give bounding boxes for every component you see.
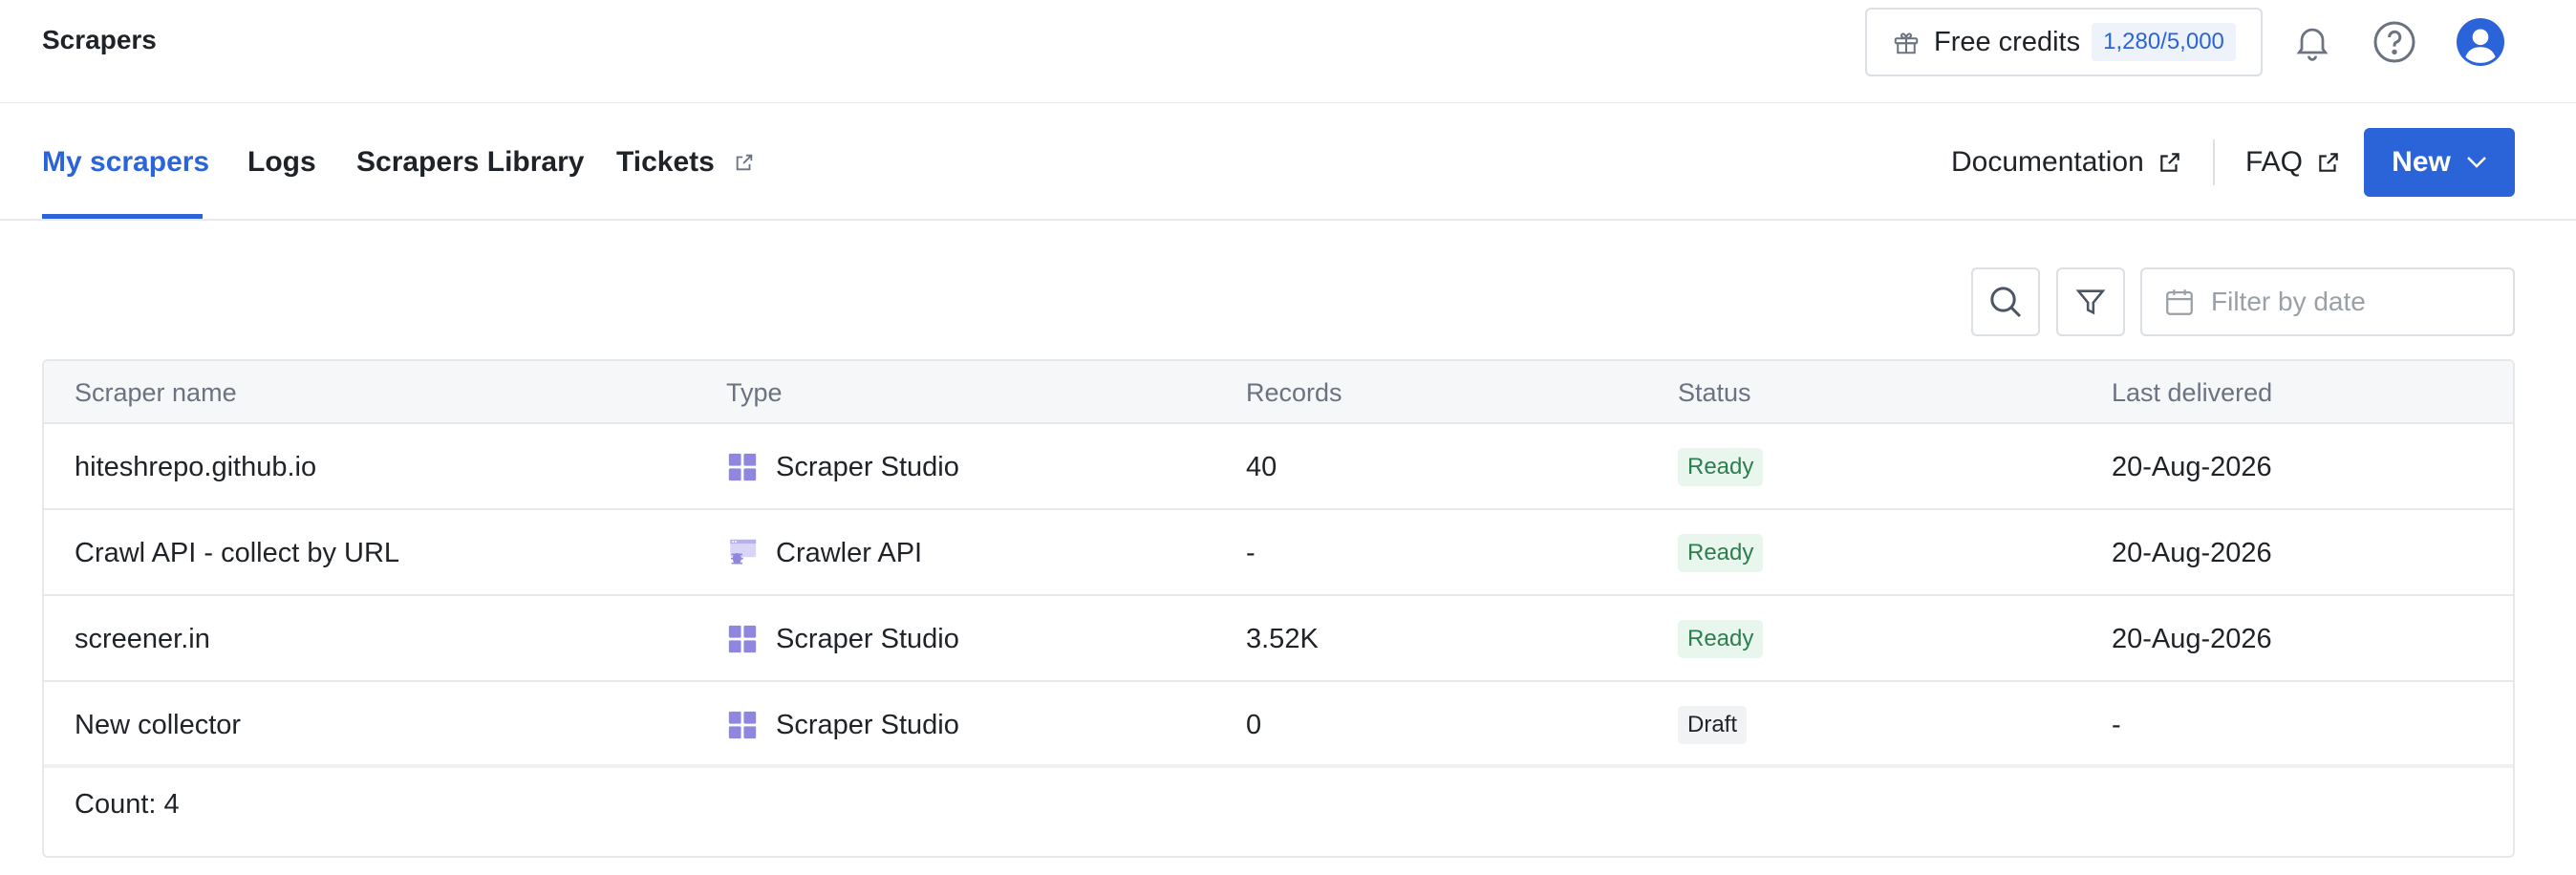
table-row[interactable]: screener.in Scraper Studio 3.52K Ready 2… xyxy=(44,596,2513,682)
divider xyxy=(2213,139,2215,185)
records-value: 3.52K xyxy=(1246,623,1319,654)
column-header-scraper-name[interactable]: Scraper name xyxy=(75,378,237,408)
status-badge: Ready xyxy=(1678,534,1764,572)
scraper-type: Scraper Studio xyxy=(726,682,959,768)
tab-my-scrapers[interactable]: My scrapers xyxy=(42,143,209,181)
external-link-icon xyxy=(2160,153,2179,172)
free-credits-button[interactable]: Free credits 1,280/5,000 xyxy=(1865,8,2263,76)
user-avatar-icon xyxy=(2457,18,2504,66)
scrapers-table: Scraper name Type Records Status Last de… xyxy=(42,359,2515,858)
tab-logs[interactable]: Logs xyxy=(247,143,316,181)
credits-label: Free credits xyxy=(1934,26,2081,57)
notifications-button[interactable] xyxy=(2286,15,2339,69)
tabs-bar: My scrapers Logs Scrapers Library Ticket… xyxy=(0,103,2576,221)
status-cell: Ready xyxy=(1678,424,1764,510)
documentation-label: Documentation xyxy=(1951,146,2144,178)
row-count: Count: 4 xyxy=(75,789,180,820)
column-header-records[interactable]: Records xyxy=(1246,378,1342,408)
grid-icon xyxy=(728,625,757,653)
tab-label: My scrapers xyxy=(42,146,210,178)
scraper-type: Crawler API xyxy=(726,510,922,596)
new-button-label: New xyxy=(2392,146,2451,178)
top-header: Scrapers Free credits 1,280/5,000 xyxy=(0,0,2576,103)
table-header: Scraper name Type Records Status Last de… xyxy=(44,361,2513,424)
grid-icon xyxy=(728,711,757,739)
faq-label: FAQ xyxy=(2245,146,2304,178)
external-link-icon xyxy=(736,154,753,171)
new-button[interactable]: New xyxy=(2364,128,2515,197)
divider xyxy=(44,764,2513,768)
date-filter-input[interactable] xyxy=(2211,287,2498,317)
status-cell: Ready xyxy=(1678,510,1764,596)
type-label: Scraper Studio xyxy=(776,709,959,740)
faq-link[interactable]: FAQ xyxy=(2245,143,2341,181)
status-badge: Draft xyxy=(1678,706,1748,744)
last-delivered-value: - xyxy=(2112,709,2121,740)
search-button[interactable] xyxy=(1971,267,2040,336)
tab-tickets[interactable]: Tickets xyxy=(616,143,755,181)
help-icon xyxy=(2373,21,2415,63)
status-cell: Ready xyxy=(1678,596,1764,682)
column-header-type[interactable]: Type xyxy=(726,378,783,408)
grid-icon xyxy=(728,453,757,481)
chevron-down-icon xyxy=(2466,157,2486,168)
status-badge: Ready xyxy=(1678,448,1764,486)
status-badge: Ready xyxy=(1678,620,1764,658)
scraper-type: Scraper Studio xyxy=(726,596,959,682)
date-filter[interactable] xyxy=(2140,267,2515,336)
tab-label: Scrapers Library xyxy=(356,146,585,178)
table-row[interactable]: hiteshrepo.github.io Scraper Studio 40 R… xyxy=(44,424,2513,510)
calendar-icon xyxy=(2166,289,2193,315)
scraper-name[interactable]: hiteshrepo.github.io xyxy=(75,424,316,510)
type-label: Scraper Studio xyxy=(776,451,959,482)
search-icon xyxy=(1990,287,2022,318)
credits-value-badge: 1,280/5,000 xyxy=(2092,23,2236,61)
column-header-last-delivered[interactable]: Last delivered xyxy=(2112,378,2272,408)
bell-icon xyxy=(2296,28,2329,61)
last-delivered-value: 20-Aug-2026 xyxy=(2112,537,2272,568)
scraper-type: Scraper Studio xyxy=(726,424,959,510)
type-label: Scraper Studio xyxy=(776,623,959,654)
page-title: Scrapers xyxy=(42,25,157,54)
user-avatar-button[interactable] xyxy=(2454,15,2507,69)
help-button[interactable] xyxy=(2368,15,2421,69)
records-value: 0 xyxy=(1246,709,1262,740)
status-cell: Draft xyxy=(1678,682,1748,768)
scraper-name[interactable]: Crawl API - collect by URL xyxy=(75,510,399,596)
tab-label: Tickets xyxy=(616,146,715,178)
gift-icon xyxy=(1894,32,1919,54)
table-row[interactable]: New collector Scraper Studio 0 Draft - xyxy=(44,682,2513,768)
active-tab-indicator xyxy=(42,214,203,219)
tab-scrapers-library[interactable]: Scrapers Library xyxy=(356,143,584,181)
table-row[interactable]: Crawl API - collect by URL Crawler API -… xyxy=(44,510,2513,596)
tab-label: Logs xyxy=(247,146,316,178)
records-value: - xyxy=(1246,537,1256,568)
column-header-status[interactable]: Status xyxy=(1678,378,1751,408)
scraper-name[interactable]: New collector xyxy=(75,682,241,768)
external-link-icon xyxy=(2319,153,2338,172)
type-label: Crawler API xyxy=(776,537,923,568)
filter-icon xyxy=(2075,289,2106,315)
filter-button[interactable] xyxy=(2056,267,2125,336)
scraper-name[interactable]: screener.in xyxy=(75,596,210,682)
documentation-link[interactable]: Documentation xyxy=(1951,143,2182,181)
records-value: 40 xyxy=(1246,451,1277,482)
crawler-icon xyxy=(730,539,757,565)
last-delivered-value: 20-Aug-2026 xyxy=(2112,623,2272,654)
last-delivered-value: 20-Aug-2026 xyxy=(2112,451,2272,482)
